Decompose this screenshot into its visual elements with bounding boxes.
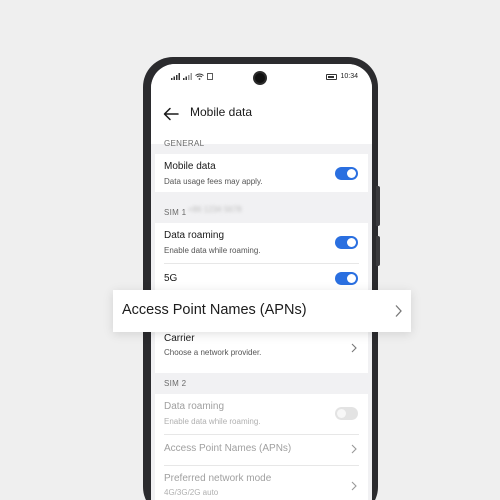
sim1-phone-number-redacted: +86 1234 5678	[188, 205, 242, 214]
section-label-sim2: SIM 2	[164, 379, 187, 388]
sim2-data-roaming-toggle[interactable]	[335, 407, 358, 420]
signal-icon-2	[183, 73, 192, 80]
chevron-right-icon	[351, 444, 357, 454]
mobile-data-subtitle: Data usage fees may apply.	[164, 177, 263, 186]
general-card: Mobile data Data usage fees may apply.	[155, 154, 368, 192]
status-time: 10:34	[340, 73, 358, 80]
sim1-carrier-title: Carrier	[164, 333, 195, 344]
page-title: Mobile data	[190, 105, 253, 119]
section-label-general: GENERAL	[164, 139, 205, 148]
status-right: 10:34	[326, 73, 358, 80]
back-arrow-icon[interactable]	[162, 105, 180, 123]
sim1-5g-toggle[interactable]	[335, 272, 358, 285]
status-bar: 10:34	[151, 64, 372, 92]
sim2-network-mode-row[interactable]: Preferred network mode 4G/3G/2G auto	[155, 466, 368, 500]
chevron-right-icon	[395, 305, 402, 317]
sim2-apn-title: Access Point Names (APNs)	[164, 443, 292, 454]
notification-icon	[207, 73, 213, 80]
power-button	[376, 186, 380, 226]
sim2-network-mode-title: Preferred network mode	[164, 473, 272, 484]
mobile-data-title: Mobile data	[164, 161, 216, 172]
wifi-icon	[195, 73, 204, 80]
sim2-data-roaming-subtitle: Enable data while roaming.	[164, 417, 261, 426]
sim1-data-roaming-toggle[interactable]	[335, 236, 358, 249]
section-label-sim1: SIM 1	[164, 208, 187, 217]
sim1-data-roaming-subtitle: Enable data while roaming.	[164, 246, 261, 255]
apn-highlight-row[interactable]: Access Point Names (APNs)	[113, 290, 411, 332]
sim1-data-roaming-title: Data roaming	[164, 230, 225, 241]
status-left-icons	[171, 73, 213, 80]
battery-icon	[326, 73, 338, 80]
mobile-data-row[interactable]: Mobile data Data usage fees may apply.	[155, 154, 368, 192]
front-camera	[253, 71, 267, 85]
volume-button	[376, 236, 380, 266]
sim2-data-roaming-row[interactable]: Data roaming Enable data while roaming.	[155, 394, 368, 432]
sim2-card: Data roaming Enable data while roaming. …	[155, 394, 368, 500]
apn-highlight-label: Access Point Names (APNs)	[122, 302, 307, 318]
signal-icon	[171, 73, 180, 80]
sim2-network-mode-subtitle: 4G/3G/2G auto	[164, 488, 219, 497]
chevron-right-icon	[351, 343, 357, 353]
phone-screen: 10:34 Mobile data GENERAL Mobile data Da…	[151, 64, 372, 500]
mobile-data-toggle[interactable]	[335, 167, 358, 180]
sim1-carrier-row[interactable]: Carrier Choose a network provider.	[155, 327, 368, 369]
chevron-right-icon	[351, 481, 357, 491]
sim1-carrier-subtitle: Choose a network provider.	[164, 348, 262, 357]
sim2-data-roaming-title: Data roaming	[164, 401, 225, 412]
app-header: Mobile data	[151, 92, 372, 144]
sim1-5g-title: 5G	[164, 273, 178, 284]
sim2-apn-row[interactable]: Access Point Names (APNs)	[155, 435, 368, 464]
sim1-data-roaming-row[interactable]: Data roaming Enable data while roaming.	[155, 223, 368, 261]
